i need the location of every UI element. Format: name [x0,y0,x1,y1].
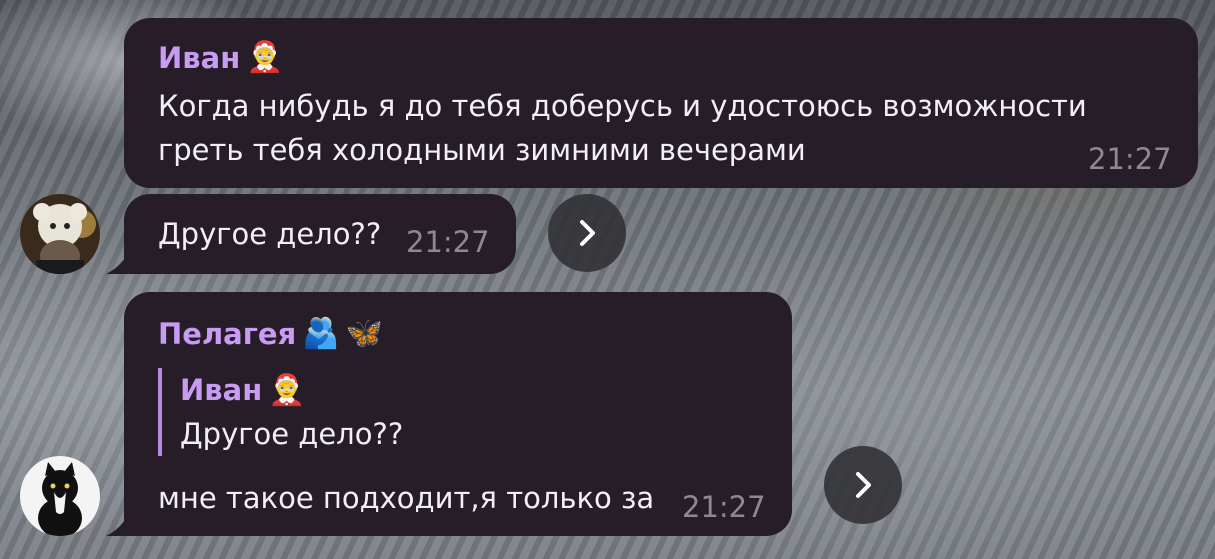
message-bubble-ivan[interactable]: Иван 🤶 Когда нибудь я до тебя доберусь и… [124,18,1198,188]
message-text: Другое дело?? [158,217,382,251]
avatar-photo-icon [20,194,100,274]
avatar[interactable] [20,456,100,536]
butterfly-emoji-icon: 🦋 [345,316,383,351]
santa-emoji-icon: 🤶 [268,372,306,408]
sender-name-pelageya[interactable]: Пелагея 🫂 🦋 [158,316,383,351]
reply-sender: Иван 🤶 [180,368,403,412]
message-text: мне такое подходит,я только за [158,481,655,515]
chevron-right-icon [580,220,595,246]
forward-button[interactable] [548,194,626,272]
people-hugging-emoji-icon: 🫂 [302,316,340,351]
forward-button[interactable] [824,446,902,524]
message-text-line: Когда нибудь я до тебя доберусь и удосто… [158,89,1087,123]
message-bubble[interactable]: Другое дело?? 21:27 [124,194,516,274]
message-timestamp: 21:27 [682,490,766,524]
message-text-line: греть тебя холодными зимними вечерами [158,133,806,167]
reply-sender-name: Иван [180,373,263,407]
reply-quote[interactable]: Иван 🤶 Другое дело?? [158,368,403,456]
sender-name: Пелагея [158,316,297,351]
bubble-tail [106,514,128,536]
sender-name-ivan[interactable]: Иван 🤶 [158,40,284,75]
avatar-photo-icon [20,456,100,536]
santa-emoji-icon: 🤶 [246,40,284,75]
message-text: Когда нибудь я до тебя доберусь и удосто… [158,84,1087,172]
chevron-right-icon [856,472,871,498]
reply-text: Другое дело?? [180,417,404,451]
message-timestamp: 21:27 [1088,142,1172,176]
sender-name: Иван [158,40,241,75]
message-timestamp: 21:27 [406,225,490,259]
message-bubble-pelageya[interactable]: Пелагея 🫂 🦋 Иван 🤶 Другое дело?? мне так… [124,292,792,536]
avatar[interactable] [20,194,100,274]
